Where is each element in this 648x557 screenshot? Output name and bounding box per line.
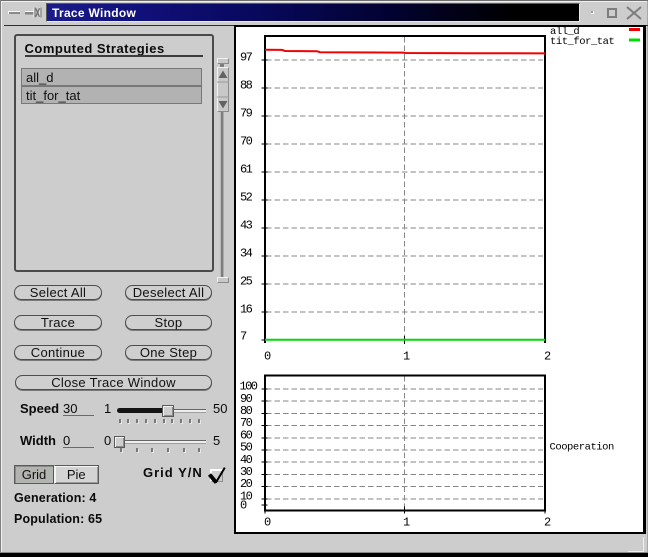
svg-text:52: 52 (240, 191, 253, 205)
svg-text:Cooperation: Cooperation (550, 442, 615, 454)
svg-text:tit_for_tat: tit_for_tat (550, 36, 615, 48)
svg-text:7: 7 (240, 330, 247, 344)
svg-text:0: 0 (264, 516, 271, 530)
svg-text:61: 61 (240, 163, 253, 177)
svg-text:1: 1 (403, 516, 410, 530)
svg-text:0: 0 (264, 349, 271, 363)
svg-text:34: 34 (240, 247, 253, 261)
svg-text:1: 1 (403, 349, 410, 363)
svg-text:16: 16 (240, 303, 253, 317)
svg-text:43: 43 (240, 219, 253, 233)
svg-text:25: 25 (240, 275, 253, 289)
svg-text:97: 97 (240, 51, 253, 65)
svg-text:2: 2 (544, 516, 551, 530)
svg-text:2: 2 (544, 349, 551, 363)
svg-text:70: 70 (240, 135, 253, 149)
svg-text:79: 79 (240, 107, 253, 121)
svg-text:88: 88 (240, 79, 253, 93)
